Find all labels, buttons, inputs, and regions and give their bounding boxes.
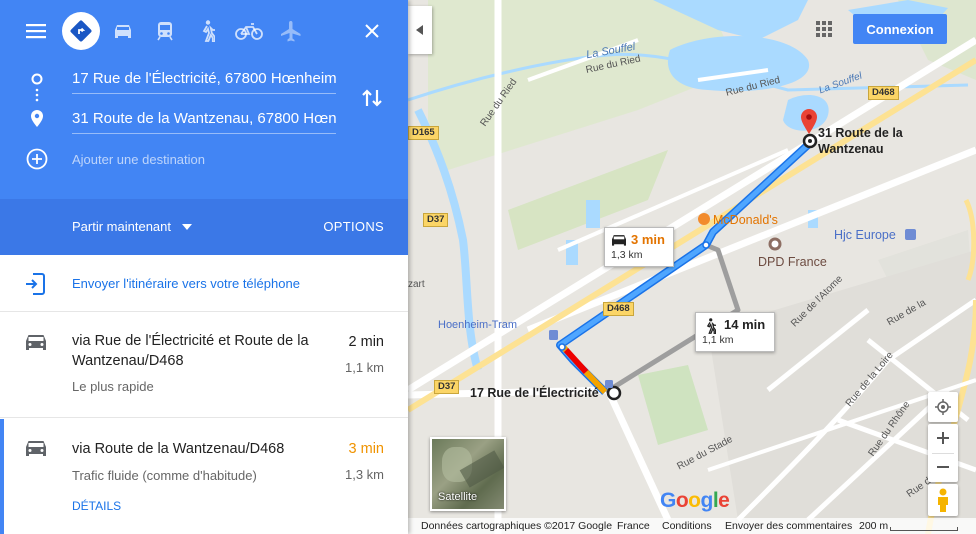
road-shield: D37: [434, 380, 460, 394]
destination-label: 31 Route de la Wantzenau: [818, 126, 903, 156]
zoom-controls: [928, 424, 958, 482]
route-time: 3 min: [348, 441, 384, 457]
route-option-2[interactable]: via Route de la Wantzenau/D468 3 min 1,3…: [0, 419, 408, 534]
route-dots-icon: [31, 73, 43, 127]
add-destination-link[interactable]: Ajouter une destination: [72, 152, 205, 167]
map-data-attribution: Données cartographiques ©2017 Google: [421, 520, 613, 532]
depart-bar: Partir maintenant OPTIONS: [0, 199, 408, 255]
sign-in-button[interactable]: Connexion: [853, 14, 947, 44]
poi-dpd-france[interactable]: DPD France: [758, 255, 827, 269]
pegman-icon: [938, 488, 948, 512]
directions-panel: 17 Rue de l'Électricité, 67800 Hœnheim 3…: [0, 0, 408, 534]
send-to-phone-row[interactable]: Envoyer l'itinéraire vers votre téléphon…: [0, 255, 408, 312]
google-logo: Google: [660, 489, 730, 512]
best-route-icon[interactable]: [62, 12, 100, 50]
satellite-label: Satellite: [438, 491, 478, 503]
bike-icon[interactable]: [233, 16, 265, 46]
apps-grid-icon[interactable]: [815, 20, 833, 38]
collapse-panel-button[interactable]: [408, 6, 432, 54]
route-time: 2 min: [348, 334, 384, 350]
route-distance: 1,1 km: [344, 360, 384, 375]
directions-header: 17 Rue de l'Électricité, 67800 Hœnheim 3…: [0, 0, 408, 199]
car-icon: [26, 441, 46, 456]
close-icon[interactable]: [357, 16, 387, 46]
poi-hoenheim-tram[interactable]: Hoenheim-Tram: [438, 319, 517, 331]
zoom-out-icon[interactable]: [936, 460, 950, 474]
car-icon: [26, 335, 46, 350]
car-route-distance: 1,3 km: [611, 249, 643, 261]
chevron-down-icon[interactable]: [182, 224, 192, 230]
flight-icon[interactable]: [276, 16, 306, 46]
transit-icon[interactable]: [150, 16, 180, 46]
route-option-1[interactable]: via Rue de l'Électricité et Route de la …: [0, 313, 408, 418]
send-to-phone-link[interactable]: Envoyer l'itinéraire vers votre téléphon…: [72, 276, 300, 291]
car-icon: [612, 235, 626, 246]
road-shield: D37: [423, 213, 449, 227]
poi-mcdonalds[interactable]: McDonald's: [713, 213, 778, 227]
swap-icon[interactable]: [361, 86, 383, 110]
send-to-phone-icon: [26, 273, 45, 295]
road-shield: D468: [603, 302, 634, 316]
route-subtitle: Trafic fluide (comme d'habitude): [72, 468, 257, 483]
map-footer: Données cartographiques ©2017 Google Fra…: [408, 518, 976, 534]
route-details-link[interactable]: DÉTAILS: [72, 499, 121, 513]
walk-icon[interactable]: [192, 16, 222, 46]
depart-time-select[interactable]: Partir maintenant: [72, 219, 171, 234]
destination-input[interactable]: 31 Route de la Wantzenau, 67800 Hœnheim: [72, 104, 336, 134]
walk-icon: [706, 318, 716, 334]
menu-icon[interactable]: [21, 16, 51, 46]
street-view-pegman[interactable]: [928, 484, 958, 516]
origin-input[interactable]: 17 Rue de l'Électricité, 67800 Hœnheim: [72, 64, 336, 94]
route-distance: 1,3 km: [344, 467, 384, 482]
map-scale-bar: [890, 527, 958, 531]
road-label: zart: [408, 279, 425, 290]
walk-route-time: 14 min: [724, 317, 766, 332]
car-icon[interactable]: [108, 16, 138, 46]
route-title: via Rue de l'Électricité et Route de la …: [72, 333, 309, 369]
road-shield: D468: [868, 86, 899, 100]
satellite-toggle[interactable]: Satellite: [430, 437, 506, 511]
route-subtitle: Le plus rapide: [72, 379, 154, 394]
origin-label: 17 Rue de l'Électricité: [470, 386, 599, 400]
poi-hjc-europe[interactable]: Hjc Europe: [834, 228, 896, 242]
options-button[interactable]: OPTIONS: [323, 219, 384, 234]
add-destination-icon[interactable]: [26, 148, 48, 170]
route-title: via Route de la Wantzenau/D468: [72, 441, 285, 457]
road-shield: D165: [408, 126, 439, 140]
chevron-left-icon: [416, 25, 423, 35]
location-icon: [935, 399, 951, 415]
terms-link[interactable]: Conditions: [662, 520, 712, 532]
zoom-in-icon[interactable]: [936, 431, 950, 445]
map-canvas[interactable]: La Souffel La Souffel Rue du Ried Rue du…: [408, 0, 976, 534]
car-route-callout[interactable]: 3 min 1,3 km: [604, 227, 674, 267]
car-route-time: 3 min: [631, 232, 665, 247]
region-link[interactable]: France: [617, 520, 650, 532]
walk-route-callout[interactable]: 14 min 1,1 km: [695, 312, 775, 352]
walk-route-distance: 1,1 km: [702, 334, 734, 346]
my-location-button[interactable]: [928, 392, 958, 422]
map-scale-label[interactable]: 200 m: [859, 520, 888, 532]
feedback-link[interactable]: Envoyer des commentaires: [725, 520, 852, 532]
